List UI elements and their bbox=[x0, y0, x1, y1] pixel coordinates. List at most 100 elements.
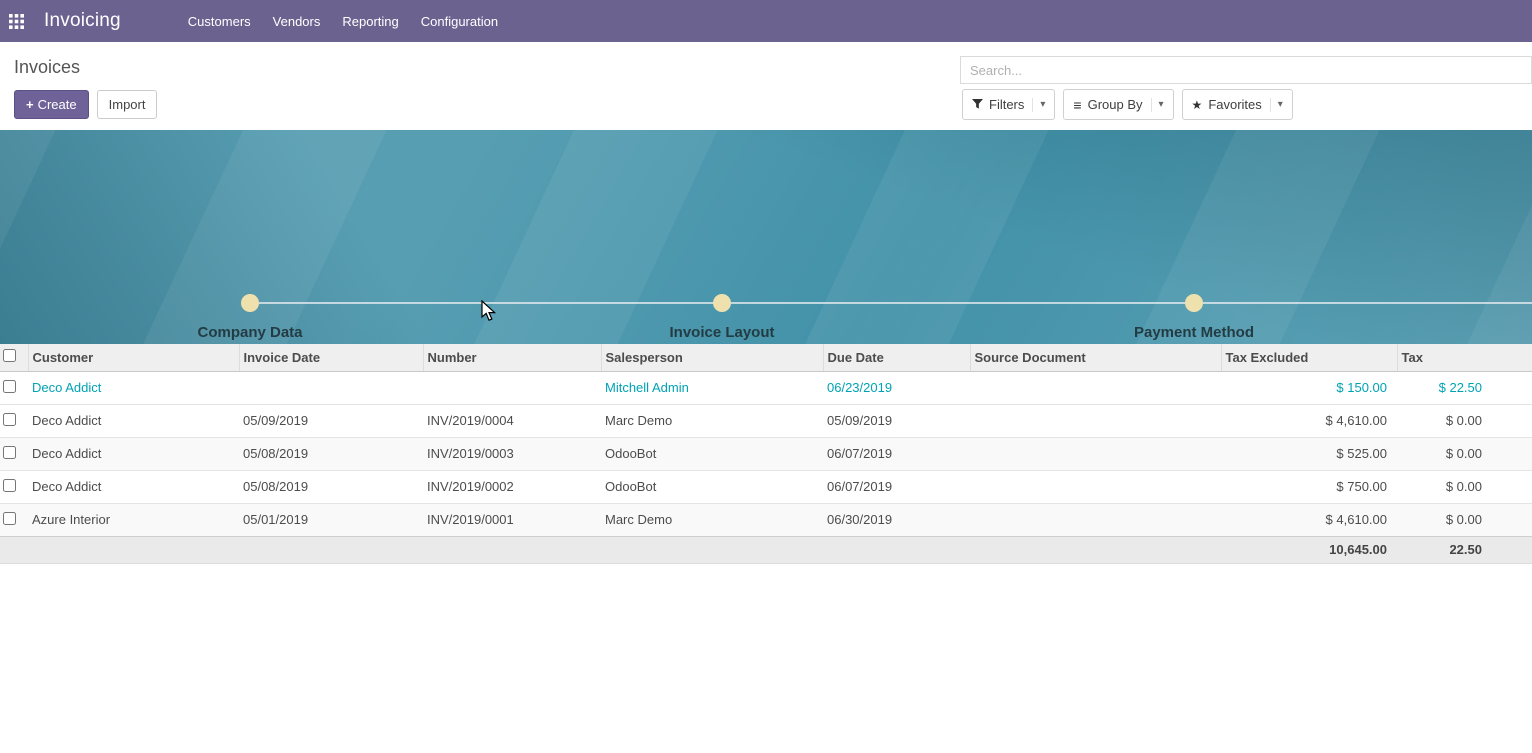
cell-number[interactable]: INV/2019/0003 bbox=[423, 437, 601, 470]
row-checkbox-cell[interactable] bbox=[0, 371, 28, 404]
cell-source-document[interactable] bbox=[970, 404, 1221, 437]
cell-source-document[interactable] bbox=[970, 437, 1221, 470]
group-by-button[interactable]: ≡ Group By ▾ bbox=[1063, 89, 1173, 120]
cell-tax[interactable]: $ 22.50 bbox=[1397, 371, 1532, 404]
cell-invoice-date[interactable]: 05/01/2019 bbox=[239, 503, 423, 536]
column-header-source-document[interactable]: Source Document bbox=[970, 344, 1221, 371]
total-tax: 22.50 bbox=[1397, 536, 1532, 563]
step-title: Payment Method bbox=[1044, 324, 1344, 341]
step-title: Invoice Layout bbox=[572, 324, 872, 341]
cell-tax[interactable]: $ 0.00 bbox=[1397, 503, 1532, 536]
cell-salesperson[interactable]: Marc Demo bbox=[601, 404, 823, 437]
row-checkbox-cell[interactable] bbox=[0, 470, 28, 503]
table-row[interactable]: Deco Addict 05/09/2019 INV/2019/0004 Mar… bbox=[0, 404, 1532, 437]
cell-due-date[interactable]: 06/07/2019 bbox=[823, 437, 970, 470]
cell-source-document[interactable] bbox=[970, 371, 1221, 404]
row-checkbox[interactable] bbox=[3, 479, 16, 492]
table-row[interactable]: Azure Interior 05/01/2019 INV/2019/0001 … bbox=[0, 503, 1532, 536]
cell-due-date[interactable]: 05/09/2019 bbox=[823, 404, 970, 437]
row-checkbox[interactable] bbox=[3, 413, 16, 426]
group-by-icon: ≡ bbox=[1073, 97, 1081, 113]
cell-source-document[interactable] bbox=[970, 470, 1221, 503]
cell-invoice-date[interactable]: 05/08/2019 bbox=[239, 470, 423, 503]
cell-tax[interactable]: $ 0.00 bbox=[1397, 404, 1532, 437]
control-panel: Invoices +Create Import Filters ▾ ≡ Grou… bbox=[0, 42, 1532, 130]
cell-number[interactable]: INV/2019/0004 bbox=[423, 404, 601, 437]
caret-down-icon: ▾ bbox=[1270, 98, 1283, 112]
cell-salesperson[interactable]: OdooBot bbox=[601, 437, 823, 470]
column-header-invoice-date[interactable]: Invoice Date bbox=[239, 344, 423, 371]
cell-tax-excluded[interactable]: $ 4,610.00 bbox=[1221, 404, 1397, 437]
caret-down-icon: ▾ bbox=[1032, 98, 1045, 112]
cell-customer[interactable]: Deco Addict bbox=[28, 470, 239, 503]
filter-icon bbox=[972, 99, 983, 110]
onboarding-step-invoice-layout: Invoice Layout Customize the look of you… bbox=[572, 324, 872, 344]
apps-grid-icon[interactable] bbox=[9, 14, 35, 29]
filters-button[interactable]: Filters ▾ bbox=[962, 89, 1055, 120]
column-header-salesperson[interactable]: Salesperson bbox=[601, 344, 823, 371]
cell-customer[interactable]: Azure Interior bbox=[28, 503, 239, 536]
search-input[interactable] bbox=[960, 56, 1532, 84]
column-header-number[interactable]: Number bbox=[423, 344, 601, 371]
onboarding-timeline bbox=[250, 302, 1532, 304]
table-row[interactable]: Deco Addict 05/08/2019 INV/2019/0003 Odo… bbox=[0, 437, 1532, 470]
cell-tax[interactable]: $ 0.00 bbox=[1397, 470, 1532, 503]
cell-number[interactable]: INV/2019/0002 bbox=[423, 470, 601, 503]
total-tax-excluded: 10,645.00 bbox=[1221, 536, 1397, 563]
row-checkbox[interactable] bbox=[3, 446, 16, 459]
plus-icon: + bbox=[26, 97, 34, 112]
nav-item-customers[interactable]: Customers bbox=[177, 2, 262, 41]
cell-customer[interactable]: Deco Addict bbox=[28, 437, 239, 470]
step-dot-invoice-layout bbox=[713, 294, 731, 312]
app-title[interactable]: Invoicing bbox=[44, 10, 121, 32]
row-checkbox-cell[interactable] bbox=[0, 503, 28, 536]
cell-invoice-date[interactable] bbox=[239, 371, 423, 404]
cell-due-date[interactable]: 06/30/2019 bbox=[823, 503, 970, 536]
select-all-checkbox-cell[interactable] bbox=[0, 344, 28, 371]
cell-salesperson[interactable]: Marc Demo bbox=[601, 503, 823, 536]
cell-tax-excluded[interactable]: $ 150.00 bbox=[1221, 371, 1397, 404]
row-checkbox[interactable] bbox=[3, 380, 16, 393]
table-row[interactable]: Deco Addict Mitchell Admin 06/23/2019 $ … bbox=[0, 371, 1532, 404]
row-checkbox[interactable] bbox=[3, 512, 16, 525]
row-checkbox-cell[interactable] bbox=[0, 437, 28, 470]
cell-due-date[interactable]: 06/23/2019 bbox=[823, 371, 970, 404]
step-dot-payment-method bbox=[1185, 294, 1203, 312]
favorites-button[interactable]: ★ Favorites ▾ bbox=[1182, 89, 1293, 120]
cell-tax[interactable]: $ 0.00 bbox=[1397, 437, 1532, 470]
nav-item-reporting[interactable]: Reporting bbox=[331, 2, 409, 41]
cell-salesperson[interactable]: OdooBot bbox=[601, 470, 823, 503]
cell-customer[interactable]: Deco Addict bbox=[28, 404, 239, 437]
nav-item-configuration[interactable]: Configuration bbox=[410, 2, 509, 41]
table-totals-row: 10,645.00 22.50 bbox=[0, 536, 1532, 563]
cell-tax-excluded[interactable]: $ 4,610.00 bbox=[1221, 503, 1397, 536]
main-menu: Customers Vendors Reporting Configuratio… bbox=[177, 2, 509, 41]
table-header-row: Customer Invoice Date Number Salesperson… bbox=[0, 344, 1532, 371]
cell-invoice-date[interactable]: 05/08/2019 bbox=[239, 437, 423, 470]
create-button[interactable]: +Create bbox=[14, 90, 89, 119]
nav-item-vendors[interactable]: Vendors bbox=[262, 2, 332, 41]
cell-number[interactable] bbox=[423, 371, 601, 404]
cell-source-document[interactable] bbox=[970, 503, 1221, 536]
cell-invoice-date[interactable]: 05/09/2019 bbox=[239, 404, 423, 437]
column-header-due-date[interactable]: Due Date bbox=[823, 344, 970, 371]
caret-down-icon: ▾ bbox=[1151, 98, 1164, 112]
totals-spacer bbox=[0, 536, 1221, 563]
column-header-customer[interactable]: Customer bbox=[28, 344, 239, 371]
cell-tax-excluded[interactable]: $ 525.00 bbox=[1221, 437, 1397, 470]
cell-customer[interactable]: Deco Addict bbox=[28, 371, 239, 404]
column-header-tax-excluded[interactable]: Tax Excluded bbox=[1221, 344, 1397, 371]
step-dot-company-data bbox=[241, 294, 259, 312]
cell-salesperson[interactable]: Mitchell Admin bbox=[601, 371, 823, 404]
cell-number[interactable]: INV/2019/0001 bbox=[423, 503, 601, 536]
row-checkbox-cell[interactable] bbox=[0, 404, 28, 437]
select-all-checkbox[interactable] bbox=[3, 349, 16, 362]
table-row[interactable]: Deco Addict 05/08/2019 INV/2019/0002 Odo… bbox=[0, 470, 1532, 503]
column-header-tax[interactable]: Tax bbox=[1397, 344, 1532, 371]
onboarding-banner: Company Data Set your company's data for… bbox=[0, 130, 1532, 344]
cell-tax-excluded[interactable]: $ 750.00 bbox=[1221, 470, 1397, 503]
cell-due-date[interactable]: 06/07/2019 bbox=[823, 470, 970, 503]
invoices-table: Customer Invoice Date Number Salesperson… bbox=[0, 344, 1532, 564]
star-icon: ★ bbox=[1192, 98, 1203, 112]
import-button[interactable]: Import bbox=[97, 90, 158, 119]
